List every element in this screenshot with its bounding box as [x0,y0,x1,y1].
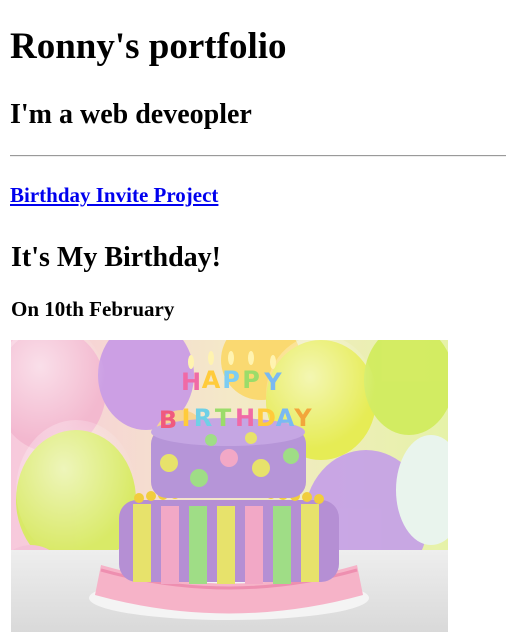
svg-text:P: P [242,366,260,394]
svg-text:H: H [235,404,255,432]
birthday-date: On 10th February [11,297,175,321]
svg-text:A: A [202,366,221,394]
svg-text:T: T [215,404,232,432]
svg-text:I: I [182,404,191,432]
page-subtitle: I'm a web deveopler [10,99,252,130]
svg-text:D: D [256,404,276,432]
birthday-cake-image: H A P P Y B I R T H D A Y [11,340,448,632]
svg-text:Y: Y [293,404,312,432]
divider [10,155,506,157]
page-title: Ronny's portfolio [10,26,287,67]
svg-text:Y: Y [263,368,282,396]
svg-text:A: A [276,404,295,432]
svg-text:R: R [194,404,212,432]
birthday-invite-project-link[interactable]: Birthday Invite Project [10,181,218,209]
svg-text:H: H [181,368,201,396]
svg-text:B: B [159,406,177,434]
birthday-heading: It's My Birthday! [11,242,221,273]
svg-text:P: P [222,366,240,394]
